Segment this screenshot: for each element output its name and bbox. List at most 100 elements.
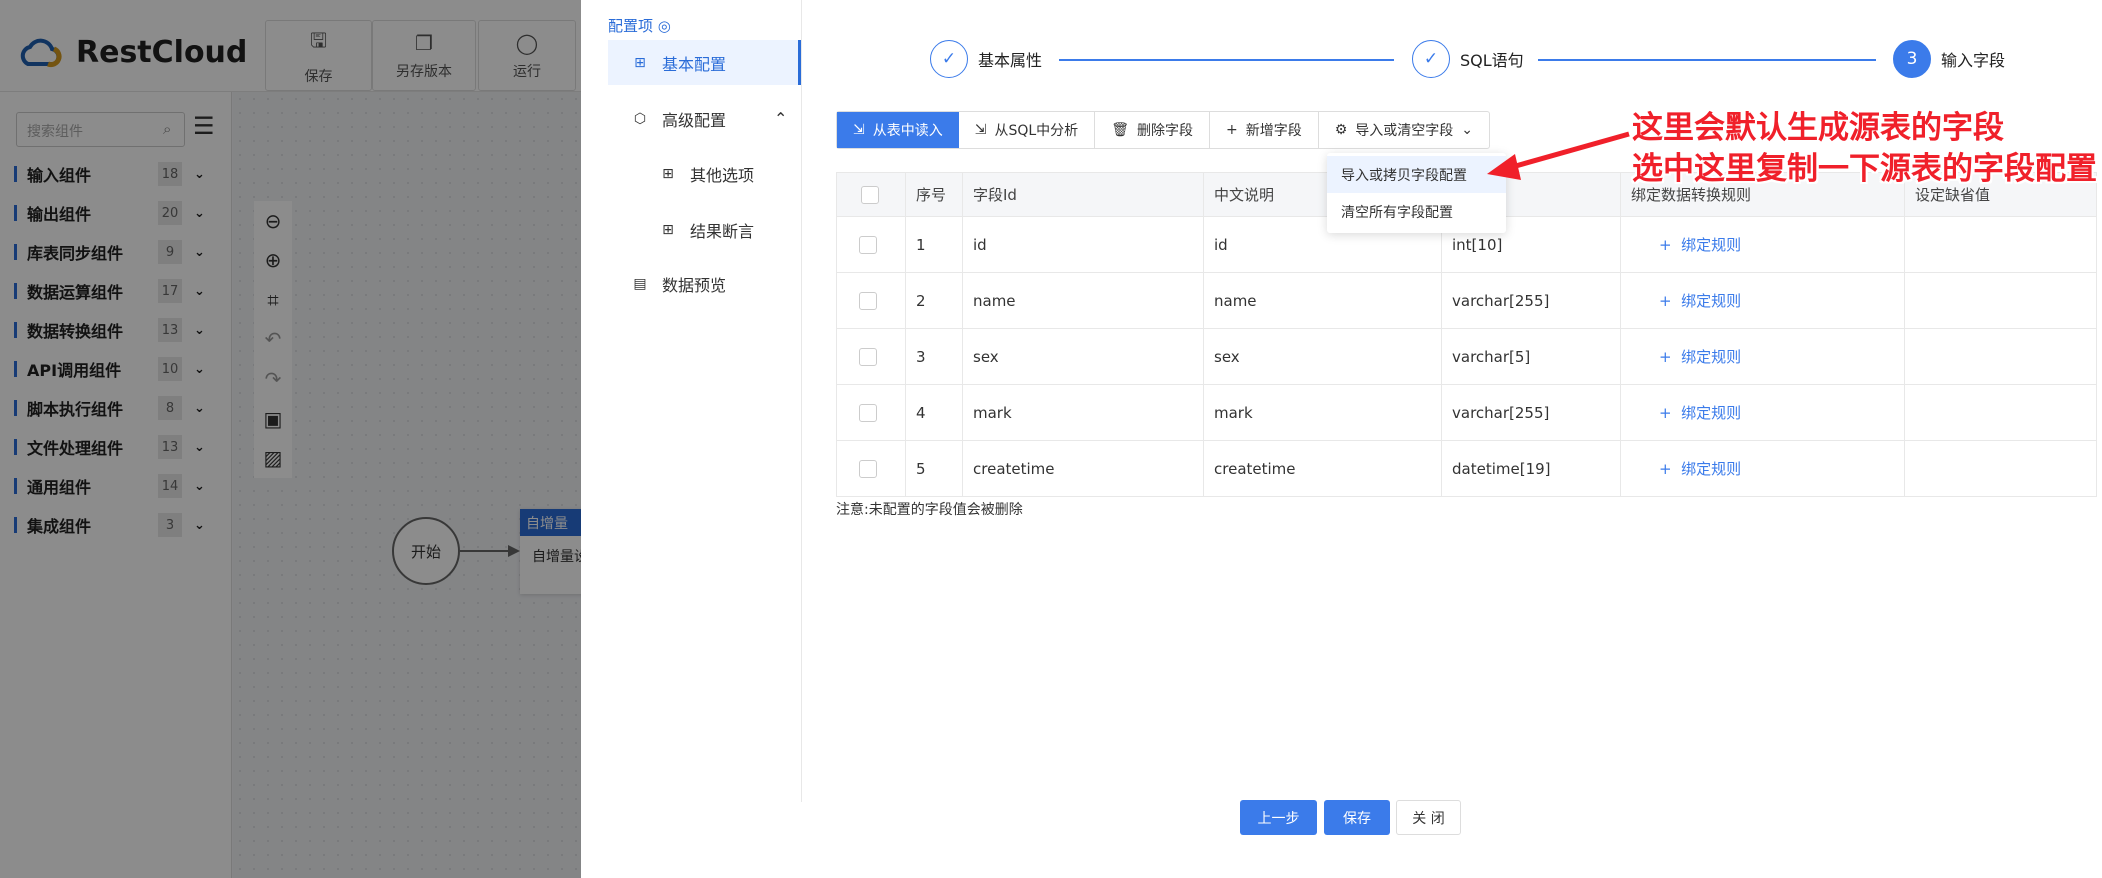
close-button[interactable]: 关 闭 (1396, 800, 1461, 835)
cell-no: 3 (905, 328, 963, 385)
field-toolbar: ⇲ 从表中读入 ⇲ 从SQL中分析 🗑 删除字段 + 新增字段 ⚙ 导入或清空字段 ⌄ (836, 111, 1490, 149)
cell-type: varchar[255] (1441, 272, 1621, 329)
cell-type: datetime[19] (1441, 440, 1621, 497)
plus-icon: + (1225, 122, 1238, 138)
select-all-checkbox[interactable] (861, 185, 879, 204)
row-select (836, 384, 906, 441)
annotation-line-2: 选中这里复制一下源表的字段配置 (1632, 151, 2097, 187)
add-field-button[interactable]: + 新增字段 (1210, 112, 1319, 148)
divider (801, 0, 802, 802)
row-checkbox[interactable] (859, 459, 877, 478)
step-1: ✓ 基本属性 (930, 40, 1042, 78)
config-drawer: 配置项 ◎ ⊞ 基本配置 ⬡ 高级配置 ⌃ ⊞ 其他选项 ⊞ 结果断言 ▤ 数据预览 ✓ 基本… (581, 0, 2102, 878)
cell-field-id[interactable]: sex (962, 328, 1204, 385)
cell-default[interactable] (1904, 328, 2097, 385)
step-connector (1538, 59, 1876, 61)
grid-icon: ⊞ (662, 221, 674, 238)
bind-rule-link[interactable]: + 绑定规则 (1631, 348, 1741, 366)
note-text: 注意:未配置的字段值会被删除 (836, 502, 1023, 518)
button-label: 删除字段 (1136, 123, 1193, 139)
cell-bind-rule: + 绑定规则 (1620, 328, 1905, 385)
cell-desc[interactable]: name (1203, 272, 1442, 329)
table-row: 5 createtime createtime datetime[19] + 绑… (836, 440, 2097, 497)
select-all-header (836, 172, 906, 217)
table-row: 4 mark mark varchar[255] + 绑定规则 (836, 384, 2097, 441)
col-field-id: 字段Id (962, 172, 1204, 217)
menu-label: 基本配置 (662, 54, 727, 74)
bind-rule-link[interactable]: + 绑定规则 (1631, 404, 1741, 422)
cube-icon: ⬡ (633, 110, 647, 127)
row-select (836, 216, 906, 273)
cell-field-id[interactable]: createtime (962, 440, 1204, 497)
cell-bind-rule: + 绑定规则 (1620, 384, 1905, 441)
import-icon: ⇲ (853, 122, 865, 138)
menu-basic[interactable]: ⊞ 基本配置 (608, 40, 801, 85)
trash-icon: 🗑 (1111, 122, 1129, 138)
cell-desc[interactable]: mark (1203, 384, 1442, 441)
col-no: 序号 (905, 172, 963, 217)
cell-no: 4 (905, 384, 963, 441)
save-button[interactable]: 保存 (1324, 800, 1390, 835)
cell-field-id[interactable]: mark (962, 384, 1204, 441)
step-label: SQL语句 (1460, 51, 1524, 70)
grid-icon: ⊞ (634, 54, 646, 71)
plus-icon: + (1659, 236, 1677, 254)
import-dropdown-menu: 导入或拷贝字段配置 清空所有字段配置 (1327, 153, 1506, 233)
prev-step-button[interactable]: 上一步 (1240, 800, 1317, 835)
bind-rule-label: 绑定规则 (1681, 236, 1742, 254)
row-checkbox[interactable] (859, 347, 877, 366)
row-select (836, 440, 906, 497)
import-copy-option[interactable]: 导入或拷贝字段配置 (1327, 156, 1506, 193)
annotation-line-1: 这里会默认生成源表的字段 (1632, 110, 2004, 146)
import-clear-dropdown[interactable]: ⚙ 导入或清空字段 ⌄ (1319, 112, 1489, 148)
check-icon: ✓ (1412, 40, 1450, 78)
clear-all-option[interactable]: 清空所有字段配置 (1327, 193, 1506, 230)
row-checkbox[interactable] (859, 291, 877, 310)
menu-advanced[interactable]: ⬡ 高级配置 ⌃ (608, 96, 801, 141)
cell-default[interactable] (1904, 440, 2097, 497)
plus-icon: + (1659, 292, 1677, 310)
table-row: 2 name name varchar[255] + 绑定规则 (836, 272, 2097, 329)
delete-field-button[interactable]: 🗑 删除字段 (1095, 112, 1210, 148)
check-icon: ✓ (930, 40, 968, 78)
modal-overlay[interactable] (0, 0, 581, 878)
cell-default[interactable] (1904, 384, 2097, 441)
button-label: 新增字段 (1245, 123, 1302, 139)
bind-rule-link[interactable]: + 绑定规则 (1631, 460, 1741, 478)
row-checkbox[interactable] (859, 403, 877, 422)
config-title: 配置项 ◎ (608, 15, 671, 36)
grid-icon: ⊞ (662, 165, 674, 182)
cell-bind-rule: + 绑定规则 (1620, 272, 1905, 329)
step-connector (1059, 59, 1394, 61)
menu-result-assert[interactable]: ⊞ 结果断言 (608, 207, 801, 252)
cell-bind-rule: + 绑定规则 (1620, 440, 1905, 497)
cell-field-id[interactable]: name (962, 272, 1204, 329)
bind-rule-link[interactable]: + 绑定规则 (1631, 292, 1741, 310)
cell-desc[interactable]: sex (1203, 328, 1442, 385)
bind-rule-label: 绑定规则 (1681, 348, 1742, 366)
plus-icon: + (1659, 460, 1677, 478)
read-from-table-button[interactable]: ⇲ 从表中读入 (837, 112, 959, 148)
menu-label: 其他选项 (690, 165, 755, 185)
row-select (836, 328, 906, 385)
button-label: 从SQL中分析 (994, 123, 1079, 139)
menu-data-preview[interactable]: ▤ 数据预览 (608, 261, 801, 306)
config-title-text: 配置项 (608, 17, 654, 35)
cell-field-id[interactable]: id (962, 216, 1204, 273)
row-select (836, 272, 906, 329)
button-label: 导入或清空字段 (1355, 123, 1454, 139)
gear-icon: ⚙ (1334, 122, 1348, 138)
analyze-sql-button[interactable]: ⇲ 从SQL中分析 (959, 112, 1096, 148)
menu-label: 结果断言 (690, 221, 755, 241)
flow-designer: RestCloud 🖫 保存 ❐ 另存版本 ◯ 运行 搜索组件 ⌕ ☰ 输入组件 18 ⌄… (0, 0, 590, 878)
menu-other-options[interactable]: ⊞ 其他选项 (608, 151, 801, 196)
bind-rule-label: 绑定规则 (1681, 460, 1742, 478)
cell-no: 1 (905, 216, 963, 273)
cell-default[interactable] (1904, 216, 2097, 273)
bind-rule-link[interactable]: + 绑定规则 (1631, 236, 1741, 254)
cell-default[interactable] (1904, 272, 2097, 329)
row-checkbox[interactable] (859, 235, 877, 254)
cell-desc[interactable]: createtime (1203, 440, 1442, 497)
step-3: 3 输入字段 (1893, 40, 2005, 78)
step-number: 3 (1893, 40, 1931, 78)
